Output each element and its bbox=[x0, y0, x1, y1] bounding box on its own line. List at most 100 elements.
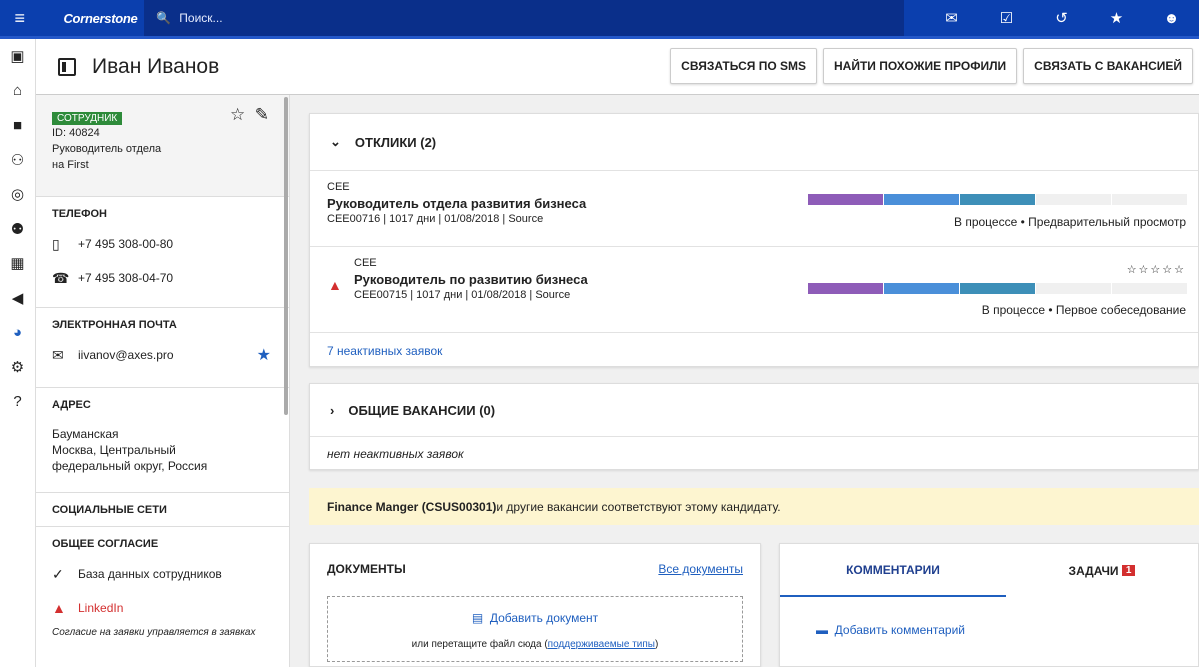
supported-types-link[interactable]: поддерживаемые типы bbox=[548, 639, 655, 650]
sms-contact-button[interactable]: СВЯЗАТЬСЯ ПО SMS bbox=[670, 48, 817, 84]
warning-icon: ▲ bbox=[328, 277, 342, 293]
home-icon[interactable]: ⌂ bbox=[0, 74, 35, 109]
status-badge: СОТРУДНИК bbox=[52, 112, 122, 125]
application-status: В процессе • Первое собеседование bbox=[982, 303, 1186, 317]
check-icon: ✓ bbox=[52, 566, 78, 583]
all-documents-link[interactable]: Все документы bbox=[658, 562, 743, 596]
vacancies-title[interactable]: ОБЩИЕ ВАКАНСИИ (0) bbox=[348, 403, 495, 418]
megaphone-icon[interactable]: ◀ bbox=[0, 281, 35, 316]
banner-vacancy[interactable]: Finance Manger (CSUS00301) bbox=[327, 500, 496, 514]
progress-bar bbox=[808, 194, 1188, 205]
chevron-down-icon[interactable]: ⌄ bbox=[330, 134, 341, 150]
primary-star-icon[interactable]: ★ bbox=[257, 345, 271, 365]
favorites-star-icon[interactable]: ★ bbox=[1089, 9, 1144, 27]
documents-card: ДОКУМЕНТЫ Все документы ▤ Добавить докум… bbox=[309, 543, 761, 667]
left-nav: ▣ ⌂ ■ ⚇ ◎ ⚉ ▦ ◀ ◕ ⚙ ? bbox=[0, 39, 36, 667]
mail-icon: ✉ bbox=[52, 347, 78, 364]
contacts-icon[interactable]: ▣ bbox=[0, 39, 35, 74]
collapse-panel-icon[interactable] bbox=[58, 58, 76, 76]
progress-segment bbox=[1112, 194, 1187, 205]
briefcase-icon[interactable]: ■ bbox=[0, 108, 35, 143]
link-vacancy-button[interactable]: СВЯЗАТЬ С ВАКАНСИЕЙ bbox=[1023, 48, 1193, 84]
email-address[interactable]: iivanov@axes.pro bbox=[78, 348, 174, 362]
user-menu-icon[interactable]: ☻ bbox=[1144, 10, 1199, 27]
progress-bar bbox=[808, 283, 1188, 294]
application-row[interactable]: CEE Руководитель отдела развития бизнеса… bbox=[310, 170, 1198, 246]
calendar-icon[interactable]: ▦ bbox=[0, 246, 35, 281]
top-bar: ≡ Cornerstone 🔍 Поиск... ✉ ☑ ↺ ★ ☻ bbox=[0, 0, 1199, 36]
documents-title: ДОКУМЕНТЫ bbox=[327, 562, 406, 596]
application-status: В процессе • Предварительный просмотр bbox=[954, 215, 1186, 229]
comment-icon: ▬ bbox=[816, 623, 828, 637]
office-phone-icon: ☎ bbox=[52, 270, 78, 287]
add-comment-button[interactable]: Добавить комментарий bbox=[835, 623, 965, 637]
add-document-icon: ▤ bbox=[472, 611, 483, 625]
people-icon[interactable]: ⚇ bbox=[0, 143, 35, 178]
find-similar-button[interactable]: НАЙТИ ПОХОЖИЕ ПРОФИЛИ bbox=[823, 48, 1017, 84]
pie-chart-icon[interactable]: ◕ bbox=[0, 315, 35, 350]
tab-comments[interactable]: КОММЕНТАРИИ bbox=[780, 544, 1006, 597]
address-line: федеральный округ, Россия bbox=[52, 458, 273, 474]
help-icon[interactable]: ? bbox=[0, 384, 35, 419]
mobile-icon: ▯ bbox=[52, 236, 78, 253]
tab-comments-label: КОММЕНТАРИИ bbox=[846, 563, 940, 577]
consent-item: База данных сотрудников bbox=[78, 567, 222, 581]
consent-item-warning[interactable]: LinkedIn bbox=[78, 601, 123, 615]
inactive-applications-link[interactable]: 7 неактивных заявок bbox=[327, 344, 442, 358]
phone-heading: ТЕЛЕФОН bbox=[52, 197, 273, 227]
history-icon[interactable]: ↺ bbox=[1034, 9, 1089, 27]
progress-segment bbox=[808, 283, 883, 294]
document-dropzone[interactable]: ▤ Добавить документ или перетащите файл … bbox=[327, 596, 743, 662]
network-icon[interactable]: ⚉ bbox=[0, 212, 35, 247]
address-line: Бауманская bbox=[52, 426, 273, 442]
warning-icon: ▲ bbox=[52, 600, 78, 616]
candidate-header: Иван Иванов СВЯЗАТЬСЯ ПО SMS НАЙТИ ПОХОЖ… bbox=[36, 39, 1199, 95]
progress-segment bbox=[960, 194, 1035, 205]
consent-note: Согласие на заявки управляется в заявках bbox=[52, 627, 273, 638]
progress-segment bbox=[884, 194, 959, 205]
favorite-star-icon[interactable]: ☆ bbox=[230, 105, 245, 124]
search-icon: 🔍 bbox=[156, 11, 171, 25]
address-line: Москва, Центральный bbox=[52, 442, 273, 458]
application-row[interactable]: ▲ CEE Руководитель по развитию бизнеса C… bbox=[310, 246, 1198, 332]
tab-tasks-label: ЗАДАЧИ bbox=[1069, 564, 1119, 578]
logo[interactable]: Cornerstone bbox=[63, 11, 144, 26]
target-icon[interactable]: ◎ bbox=[0, 177, 35, 212]
mail-icon[interactable]: ✉ bbox=[924, 9, 979, 27]
profile-id: ID: 40824 bbox=[52, 125, 273, 141]
profile-scrollbar[interactable] bbox=[284, 97, 288, 415]
comments-card: КОММЕНТАРИИ ЗАДАЧИ 1 ▬ Добавить коммента… bbox=[779, 543, 1199, 667]
add-document-button[interactable]: Добавить документ bbox=[490, 611, 598, 625]
drop-hint-end: ) bbox=[655, 639, 658, 650]
application-company: CEE bbox=[354, 257, 1198, 269]
chevron-right-icon[interactable]: › bbox=[330, 403, 334, 418]
progress-segment bbox=[1036, 194, 1111, 205]
applications-title[interactable]: ОТКЛИКИ (2) bbox=[355, 135, 436, 150]
progress-segment bbox=[1112, 283, 1187, 294]
applications-card: ⌄ ОТКЛИКИ (2) CEE Руководитель отдела ра… bbox=[309, 113, 1199, 367]
rating-stars-icon[interactable]: ☆☆☆☆☆ bbox=[1127, 263, 1186, 276]
page-title: Иван Иванов bbox=[92, 55, 219, 79]
tasks-count-badge: 1 bbox=[1122, 565, 1136, 576]
progress-segment bbox=[808, 194, 883, 205]
search-input[interactable]: 🔍 Поиск... bbox=[144, 0, 904, 36]
edit-pencil-icon[interactable]: ✎ bbox=[255, 105, 269, 124]
banner-text: и другие вакансии соответствуют этому ка… bbox=[496, 500, 780, 514]
application-company: CEE bbox=[327, 181, 1198, 193]
phone-number[interactable]: +7 495 308-04-70 bbox=[78, 271, 173, 285]
vacancies-card: › ОБЩИЕ ВАКАНСИИ (0) нет неактивных заяв… bbox=[309, 383, 1199, 470]
tab-tasks[interactable]: ЗАДАЧИ 1 bbox=[1006, 544, 1198, 597]
drop-hint: или перетащите файл сюда ( bbox=[412, 639, 548, 650]
profile-panel: СОТРУДНИК ☆ ✎ ID: 40824 Руководитель отд… bbox=[36, 95, 290, 667]
progress-segment bbox=[960, 283, 1035, 294]
progress-segment bbox=[884, 283, 959, 294]
search-placeholder: Поиск... bbox=[179, 11, 222, 25]
vacancies-empty: нет неактивных заявок bbox=[310, 436, 1198, 471]
progress-segment bbox=[1036, 283, 1111, 294]
email-heading: ЭЛЕКТРОННАЯ ПОЧТА bbox=[52, 308, 273, 338]
gear-icon[interactable]: ⚙ bbox=[0, 350, 35, 385]
tasks-check-icon[interactable]: ☑ bbox=[979, 9, 1034, 27]
menu-icon[interactable]: ≡ bbox=[0, 0, 39, 36]
phone-number[interactable]: +7 495 308-00-80 bbox=[78, 237, 173, 251]
profile-role: Руководитель отдела bbox=[52, 141, 273, 157]
